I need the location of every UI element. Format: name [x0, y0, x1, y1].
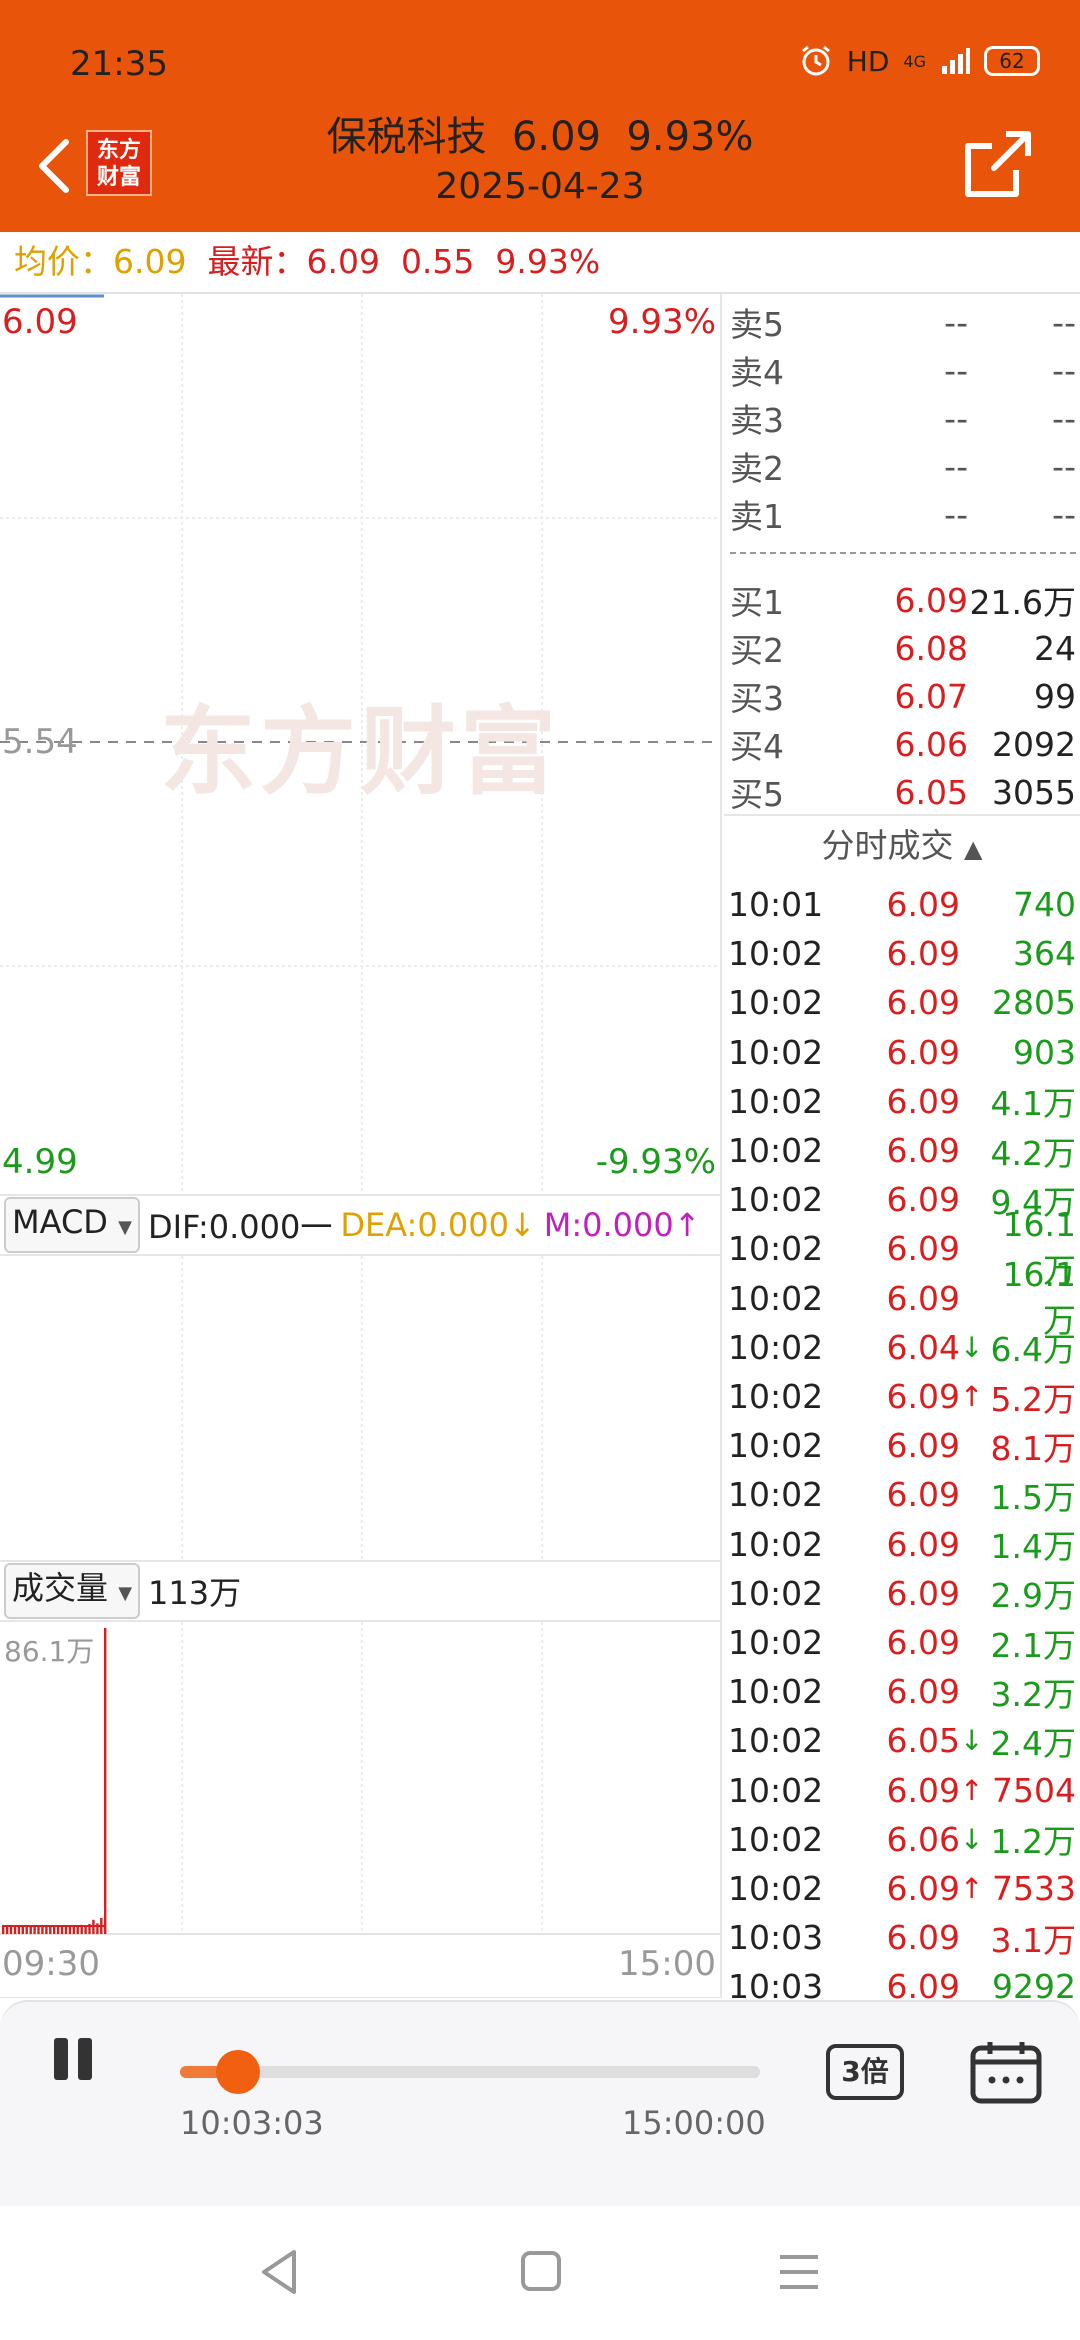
triangle-up-icon: ▲ [964, 835, 983, 863]
pct-high-label: 9.93% [607, 302, 716, 342]
pause-icon[interactable] [50, 2038, 100, 2084]
intraday-chart[interactable]: 东方财富 6.09 9.93% 5.54 4.99 -9.93% MACD ▼ … [0, 294, 722, 1998]
price-change: 0.55 [400, 242, 475, 281]
volume-bars [2, 1628, 107, 1934]
price-high-label: 6.09 [2, 302, 78, 342]
dropdown-icon: ▼ [118, 1217, 132, 1238]
volume-bar [17, 1926, 21, 1934]
trade-row: 10:02 6.09 4.1万 [728, 1081, 1076, 1124]
battery-icon: 62 [984, 46, 1040, 76]
time-end-label: 15:00 [618, 1944, 716, 1984]
price-mid-label: 5.54 [2, 722, 78, 762]
volume-bar [76, 1925, 79, 1934]
macd-m: M:0.000↑ [543, 1206, 701, 1244]
bid-row: 买1 6.09 21.6万 [730, 580, 1076, 623]
trade-row: 10:03 6.09 3.1万 [728, 1918, 1076, 1960]
trade-row: 10:02 6.09 1.4万 [728, 1524, 1076, 1567]
volume-bar [2, 1926, 5, 1934]
trade-row: 10:02 6.09 ↑ 7533 [728, 1869, 1076, 1908]
trade-row: 10:02 6.09 4.2万 [728, 1131, 1076, 1173]
bid-row: 买2 6.08 24 [730, 628, 1076, 671]
trade-row: 10:02 6.09 2805 [728, 983, 1076, 1023]
network-indicator: 4G [903, 51, 926, 71]
share-icon[interactable] [960, 126, 1036, 202]
ask-row: 卖1 -- -- [730, 494, 1076, 537]
playback-track[interactable] [180, 2066, 760, 2078]
playback-knob[interactable] [216, 2050, 260, 2094]
volume-bar [64, 1925, 68, 1934]
trade-row: 10:02 6.09 ↑ 5.2万 [728, 1377, 1076, 1419]
volume-bar [5, 1926, 9, 1934]
bid-row: 买3 6.07 99 [730, 676, 1076, 719]
time-start-label: 09:30 [2, 1944, 100, 1984]
volume-bar [53, 1926, 56, 1934]
trade-row: 10:02 6.09 8.1万 [728, 1426, 1076, 1468]
nav-back-icon[interactable] [256, 2246, 300, 2298]
volume-bar [104, 1628, 107, 1934]
pct-low-label: -9.93% [595, 1142, 716, 1182]
order-book-divider [730, 552, 1076, 554]
price-low-label: 4.99 [2, 1142, 78, 1182]
macd-indicator-row: MACD ▼ DIF:0.000一 DEA:0.000↓ M:0.000↑ [0, 1194, 720, 1256]
volume-bar [21, 1926, 24, 1934]
bid-row: 买5 6.05 3055 [730, 772, 1076, 815]
trade-row: 10:02 6.09 2.9万 [728, 1573, 1076, 1616]
bid-row: 买4 6.06 2092 [730, 724, 1076, 767]
volume-bar [68, 1926, 72, 1934]
price-change-pct: 9.93% [495, 242, 601, 281]
order-panel: 卖5 -- -- 卖4 -- -- 卖3 -- -- 卖2 -- -- 卖1 -- -- 买1 6.09 21.6… [724, 294, 1080, 2006]
trade-row: 10:02 6.09 364 [728, 934, 1076, 974]
trade-date[interactable]: 2025-04-23 [0, 166, 1080, 207]
volume-bar [33, 1925, 36, 1934]
volume-selector[interactable]: 成交量 ▼ [4, 1563, 141, 1619]
speed-button[interactable]: 3倍 [826, 2044, 904, 2100]
volume-bar [41, 1926, 44, 1934]
trade-detail-header[interactable]: 分时成交 ▲ [724, 814, 1080, 876]
alarm-icon [801, 45, 830, 76]
trade-row: 10:02 6.09 ↑ 7504 [728, 1770, 1076, 1810]
dropdown-icon: ▼ [118, 1583, 133, 1604]
nav-home-icon[interactable] [520, 2250, 562, 2292]
volume-bar [45, 1926, 48, 1934]
ask-row: 卖2 -- -- [730, 446, 1076, 489]
volume-total: 113万 [148, 1574, 242, 1612]
volume-bar [9, 1926, 13, 1934]
macd-dif: DIF:0.000一 [147, 1208, 333, 1246]
trade-row: 10:02 6.09 903 [728, 1032, 1076, 1072]
nav-menu-icon[interactable] [778, 2252, 820, 2292]
volume-bar [96, 1923, 99, 1934]
trade-row: 10:02 6.09 2.1万 [728, 1623, 1076, 1665]
watermark-text: 东方财富 [160, 696, 560, 808]
trade-row: 10:02 6.06 ↓ 1.2万 [728, 1819, 1076, 1862]
ask-row: 卖4 -- -- [730, 350, 1076, 393]
trade-row: 10:02 6.09 16.1万 [728, 1254, 1076, 1340]
latest-price: 6.09 [306, 242, 380, 281]
status-time: 21:35 [70, 44, 168, 84]
playback-panel [0, 2000, 1080, 2206]
playback-end-time: 15:00:00 [622, 2104, 766, 2142]
avg-price: 6.09 [113, 242, 187, 281]
volume-bar [56, 1926, 60, 1934]
signal-icon [942, 48, 970, 74]
ask-row: 卖5 -- -- [730, 302, 1076, 345]
trade-row: 10:01 6.09 740 [728, 885, 1076, 924]
ask-row: 卖3 -- -- [730, 398, 1076, 441]
macd-dea: DEA:0.000↓ [340, 1206, 536, 1244]
calendar-icon[interactable] [970, 2040, 1042, 2104]
trade-row: 10:02 6.09 1.5万 [728, 1475, 1076, 1517]
volume-indicator-row: 成交量 ▼ 113万 [0, 1560, 720, 1622]
trade-row: 10:02 6.05 ↓ 2.4万 [728, 1721, 1076, 1763]
status-icons: HD 4G 62 [799, 44, 1040, 78]
macd-selector[interactable]: MACD ▼ [4, 1197, 140, 1253]
volume-bar [25, 1926, 28, 1934]
volume-bar [29, 1926, 32, 1934]
volume-bar [13, 1926, 17, 1934]
hd-indicator: HD [846, 44, 890, 78]
trade-row: 10:02 6.04 ↓ 6.4万 [728, 1327, 1076, 1370]
volume-bar [37, 1926, 40, 1934]
playback-current-time: 10:03:03 [180, 2104, 324, 2142]
price-summary-bar: 均价：6.09 最新：6.09 0.55 9.93% [0, 232, 1080, 294]
trade-row: 10:02 6.09 3.2万 [728, 1672, 1076, 1714]
stock-title: 保税科技 6.09 9.93% [326, 114, 754, 160]
